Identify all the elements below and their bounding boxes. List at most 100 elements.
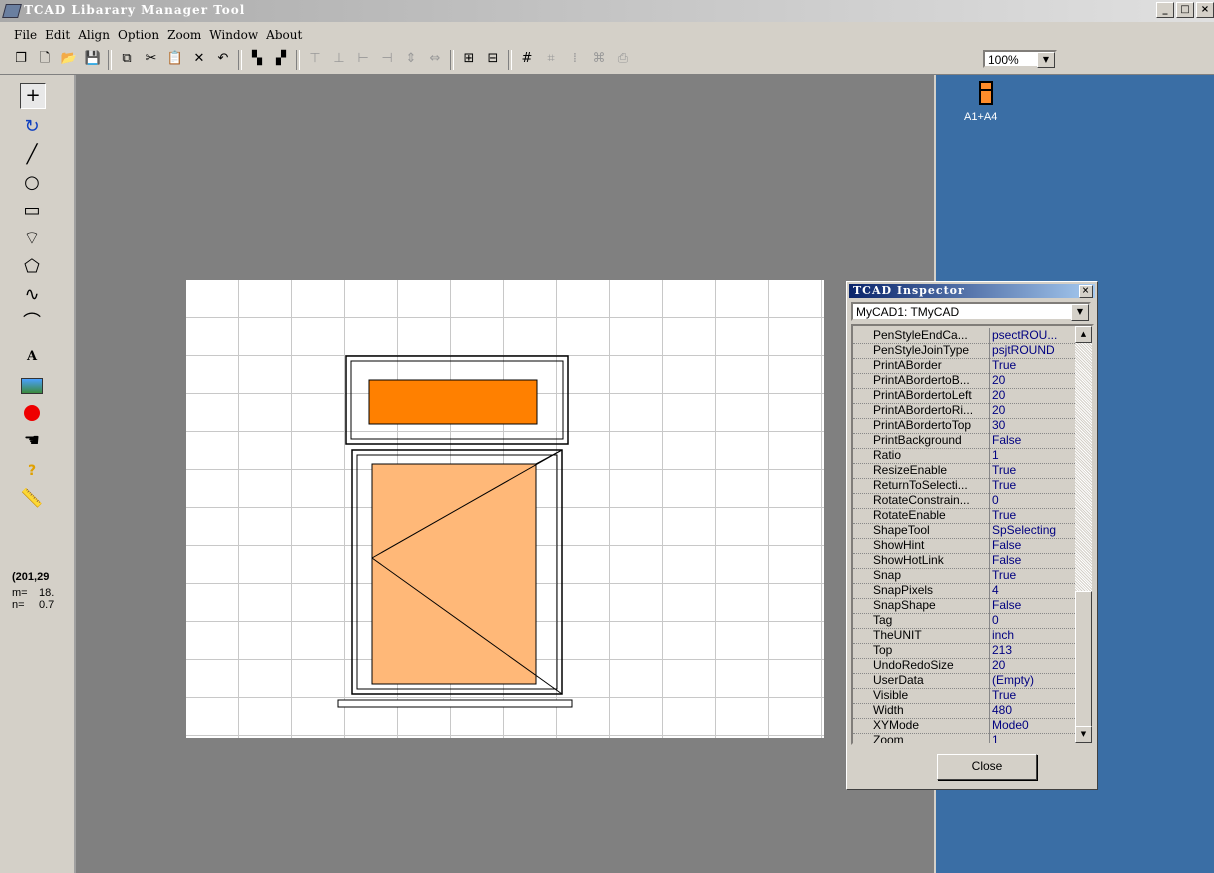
align-bottom-icon[interactable]: ⊥ xyxy=(330,50,348,68)
property-row[interactable]: Snap True xyxy=(853,568,1075,584)
help-icon[interactable]: ? xyxy=(20,459,44,483)
align-top-icon[interactable]: ⊤ xyxy=(306,50,324,68)
save-icon[interactable]: 💾 xyxy=(84,50,102,68)
ellipse-tool-icon[interactable]: ○ xyxy=(20,171,44,195)
align-vcenter-icon[interactable]: ⇕ xyxy=(402,50,420,68)
rectangle-tool-icon[interactable]: ▭ xyxy=(20,199,44,223)
property-value[interactable]: False xyxy=(992,538,1076,553)
property-row[interactable]: UserData (Empty) xyxy=(853,673,1075,689)
measure-ruler-icon[interactable]: 📏 xyxy=(20,487,44,511)
bring-front-icon[interactable]: ▚ xyxy=(248,50,266,68)
scroll-down-icon[interactable]: ▼ xyxy=(1075,726,1092,743)
arc-tool-icon[interactable]: ⌒ xyxy=(20,311,44,335)
property-value[interactable]: True xyxy=(992,568,1076,583)
new-library-icon[interactable]: ❐ xyxy=(12,50,30,68)
property-row[interactable]: Ratio 1 xyxy=(853,448,1075,464)
property-row[interactable]: Visible True xyxy=(853,688,1075,704)
property-row[interactable]: PrintBackground False xyxy=(853,433,1075,449)
scroll-up-icon[interactable]: ▲ xyxy=(1075,326,1092,343)
property-value[interactable]: True xyxy=(992,688,1076,703)
property-value[interactable]: SpSelecting xyxy=(992,523,1076,538)
property-row[interactable]: Top 213 xyxy=(853,643,1075,659)
property-value[interactable]: inch xyxy=(992,628,1076,643)
property-value[interactable]: 20 xyxy=(992,388,1076,403)
property-row[interactable]: TheUNIT inch xyxy=(853,628,1075,644)
property-row[interactable]: SnapPixels 4 xyxy=(853,583,1075,599)
polyline-tool-icon[interactable]: ⌔ xyxy=(20,227,44,251)
window-shape-icon[interactable] xyxy=(979,81,993,105)
copy-icon[interactable]: ⧉ xyxy=(118,50,136,68)
property-value[interactable]: (Empty) xyxy=(992,673,1076,688)
property-row[interactable]: PrintABordertoB... 20 xyxy=(853,373,1075,389)
property-value[interactable]: 30 xyxy=(992,418,1076,433)
property-row[interactable]: ShowHotLink False xyxy=(853,553,1075,569)
property-value[interactable]: 213 xyxy=(992,643,1076,658)
paste-icon[interactable]: 📋 xyxy=(166,50,184,68)
property-row[interactable]: Zoom 1 xyxy=(853,733,1076,743)
property-value[interactable]: 1 xyxy=(992,448,1076,463)
property-row[interactable]: PrintABordertoLeft 20 xyxy=(853,388,1075,404)
image-tool-icon[interactable] xyxy=(20,373,44,397)
freehand-tool-icon[interactable]: ∿ xyxy=(20,283,44,307)
ungroup-icon[interactable]: ⊟ xyxy=(484,50,502,68)
polygon-tool-icon[interactable]: ⬠ xyxy=(20,255,44,279)
property-row[interactable]: RotateConstrain... 0 xyxy=(853,493,1075,509)
property-value[interactable]: True xyxy=(992,508,1076,523)
hand-pan-icon[interactable]: ☚ xyxy=(20,429,44,453)
menu-about[interactable]: About xyxy=(262,22,306,42)
fill-color-icon[interactable] xyxy=(20,401,44,425)
property-row[interactable]: UndoRedoSize 20 xyxy=(853,658,1075,674)
property-value[interactable]: 20 xyxy=(992,373,1076,388)
property-row[interactable]: Tag 0 xyxy=(853,613,1075,629)
property-value[interactable]: False xyxy=(992,433,1076,448)
grid-icon[interactable]: ⌗ xyxy=(542,50,560,68)
property-row[interactable]: PenStyleEndCa... psectROU... xyxy=(853,328,1075,344)
property-value[interactable]: False xyxy=(992,553,1076,568)
delete-icon[interactable]: ✕ xyxy=(190,50,208,68)
property-row[interactable]: Width 480 xyxy=(853,703,1075,719)
rotate-icon[interactable]: ↻ xyxy=(20,115,44,139)
menu-zoom[interactable]: Zoom xyxy=(163,22,205,42)
property-value[interactable]: psjtROUND xyxy=(992,343,1076,358)
text-tool-icon[interactable]: A xyxy=(20,345,44,369)
menu-align[interactable]: Align xyxy=(74,22,114,42)
property-row[interactable]: PrintABordertoTop 30 xyxy=(853,418,1075,434)
property-row[interactable]: ResizeEnable True xyxy=(853,463,1075,479)
align-right-icon[interactable]: ⊣ xyxy=(378,50,396,68)
property-value[interactable]: True xyxy=(992,463,1076,478)
close-window-button[interactable]: × xyxy=(1196,2,1214,18)
maximize-button[interactable]: □ xyxy=(1176,2,1194,18)
property-value[interactable]: 20 xyxy=(992,658,1076,673)
scroll-thumb[interactable] xyxy=(1075,591,1092,727)
property-value[interactable]: Mode0 xyxy=(992,718,1076,733)
new-file-icon[interactable]: 🗋 xyxy=(36,50,54,68)
object-select[interactable]: MyCAD1: TMyCAD ▼ xyxy=(851,302,1091,321)
align-hcenter-icon[interactable]: ⇔ xyxy=(426,50,444,68)
crosshair-select-icon[interactable]: + xyxy=(20,83,46,109)
send-back-icon[interactable]: ▞ xyxy=(272,50,290,68)
property-value[interactable]: 20 xyxy=(992,403,1076,418)
property-row[interactable]: ShowHint False xyxy=(853,538,1075,554)
property-row[interactable]: PrintABordertoRi... 20 xyxy=(853,403,1075,419)
property-value[interactable]: psectROU... xyxy=(992,328,1076,343)
property-row[interactable]: RotateEnable True xyxy=(853,508,1075,524)
chevron-down-icon[interactable]: ▼ xyxy=(1071,304,1089,321)
drawing-canvas[interactable] xyxy=(186,280,824,738)
menu-file[interactable]: File xyxy=(0,22,41,42)
property-value[interactable]: 480 xyxy=(992,703,1076,718)
library-item-label[interactable]: A1+A4 xyxy=(964,111,997,123)
property-value[interactable]: True xyxy=(992,478,1076,493)
property-value[interactable]: 4 xyxy=(992,583,1076,598)
property-value[interactable]: 1 xyxy=(992,733,1076,743)
dots-grid-icon[interactable]: ⁞ xyxy=(566,50,584,68)
chevron-down-icon[interactable]: ▼ xyxy=(1037,52,1055,68)
close-icon[interactable]: × xyxy=(1079,285,1093,298)
property-value[interactable]: True xyxy=(992,358,1076,373)
group-icon[interactable]: ⊞ xyxy=(460,50,478,68)
undo-icon[interactable]: ↶ xyxy=(214,50,232,68)
property-row[interactable]: SnapShape False xyxy=(853,598,1075,614)
property-row[interactable]: XYMode Mode0 xyxy=(853,718,1075,734)
minimize-button[interactable]: _ xyxy=(1156,2,1174,18)
line-tool-icon[interactable]: ╱ xyxy=(20,143,44,167)
property-row[interactable]: PrintABorder True xyxy=(853,358,1075,374)
